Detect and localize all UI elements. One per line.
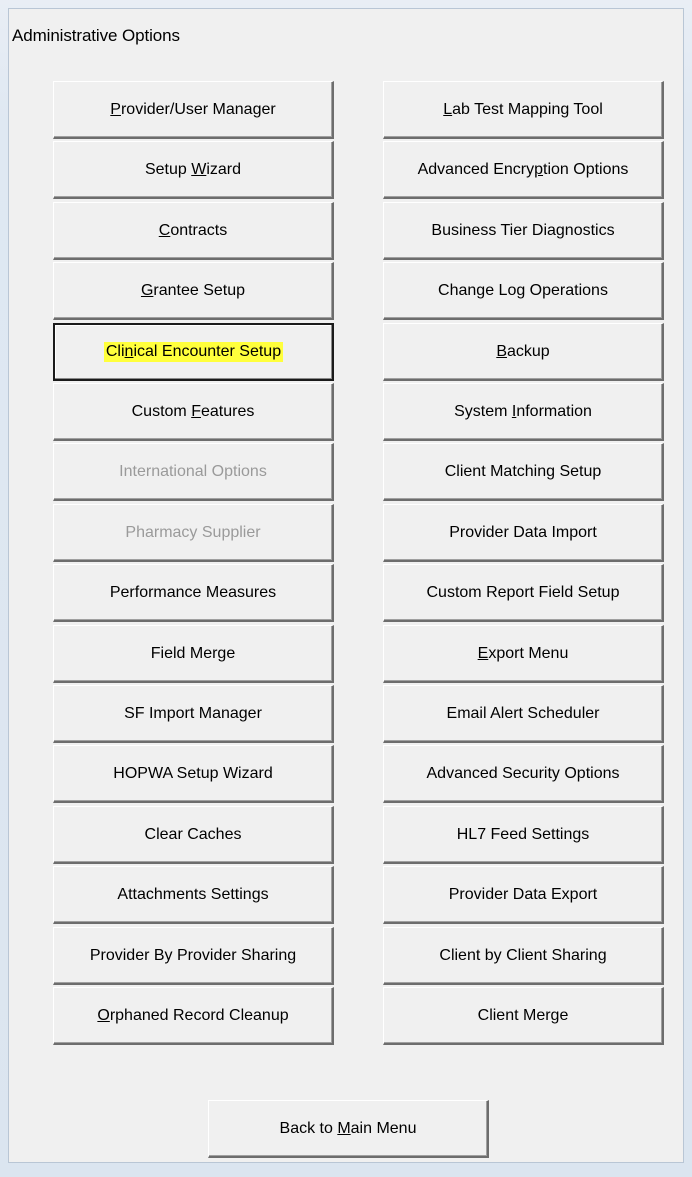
lab-test-mapping-tool-button[interactable]: Lab Test Mapping Tool (383, 81, 664, 139)
pharmacy-supplier-button: Pharmacy Supplier (53, 504, 334, 562)
advanced-security-options-button[interactable]: Advanced Security Options (383, 745, 664, 803)
client-merge-label: Client Merge (477, 1006, 569, 1024)
custom-features-label: Custom Features (131, 402, 255, 420)
sf-import-manager-button[interactable]: SF Import Manager (53, 685, 334, 743)
clinical-encounter-setup-label: Clinical Encounter Setup (103, 342, 284, 362)
performance-measures-button[interactable]: Performance Measures (53, 564, 334, 622)
backup-button[interactable]: Backup (383, 323, 664, 381)
contracts-button[interactable]: Contracts (53, 202, 334, 260)
system-information-button[interactable]: System Information (383, 383, 664, 441)
performance-measures-label: Performance Measures (109, 583, 277, 601)
hopwa-setup-wizard-button[interactable]: HOPWA Setup Wizard (53, 745, 334, 803)
custom-report-field-setup-label: Custom Report Field Setup (426, 583, 620, 601)
orphaned-record-cleanup-label: Orphaned Record Cleanup (97, 1006, 289, 1024)
hopwa-setup-wizard-label: HOPWA Setup Wizard (113, 764, 273, 782)
provider-user-manager-button[interactable]: Provider/User Manager (53, 81, 334, 139)
system-information-label: System Information (454, 402, 592, 420)
email-alert-scheduler-label: Email Alert Scheduler (446, 704, 600, 722)
international-options-label: International Options (119, 462, 267, 480)
attachments-settings-label: Attachments Settings (117, 885, 269, 903)
clinical-encounter-setup-button[interactable]: Clinical Encounter Setup (53, 323, 334, 381)
client-by-client-sharing-button[interactable]: Client by Client Sharing (383, 927, 664, 985)
business-tier-diagnostics-label: Business Tier Diagnostics (431, 221, 615, 239)
advanced-encryption-options-label: Advanced Encryption Options (417, 160, 629, 178)
provider-by-provider-sharing-button[interactable]: Provider By Provider Sharing (53, 927, 334, 985)
field-merge-button[interactable]: Field Merge (53, 625, 334, 683)
pharmacy-supplier-label: Pharmacy Supplier (125, 523, 261, 541)
sf-import-manager-label: SF Import Manager (124, 704, 262, 722)
lab-test-mapping-tool-label: Lab Test Mapping Tool (443, 100, 603, 118)
export-menu-label: Export Menu (477, 644, 569, 662)
backup-label: Backup (496, 342, 550, 360)
custom-features-button[interactable]: Custom Features (53, 383, 334, 441)
change-log-operations-button[interactable]: Change Log Operations (383, 262, 664, 320)
provider-by-provider-sharing-label: Provider By Provider Sharing (89, 946, 297, 964)
change-log-operations-label: Change Log Operations (438, 281, 608, 299)
window-frame: Administrative Options Provider/User Man… (0, 0, 692, 1177)
field-merge-label: Field Merge (150, 644, 236, 662)
clear-caches-button[interactable]: Clear Caches (53, 806, 334, 864)
client-matching-setup-button[interactable]: Client Matching Setup (383, 443, 664, 501)
advanced-security-options-label: Advanced Security Options (426, 764, 620, 782)
international-options-button: International Options (53, 443, 334, 501)
back-to-main-menu-label: Back to Main Menu (279, 1119, 417, 1137)
clear-caches-label: Clear Caches (144, 825, 242, 843)
orphaned-record-cleanup-button[interactable]: Orphaned Record Cleanup (53, 987, 334, 1045)
client-matching-setup-label: Client Matching Setup (444, 462, 602, 480)
export-menu-button[interactable]: Export Menu (383, 625, 664, 683)
provider-user-manager-label: Provider/User Manager (110, 100, 276, 118)
grantee-setup-button[interactable]: Grantee Setup (53, 262, 334, 320)
client-merge-button[interactable]: Client Merge (383, 987, 664, 1045)
hl7-feed-settings-label: HL7 Feed Settings (456, 825, 590, 843)
provider-data-export-button[interactable]: Provider Data Export (383, 866, 664, 924)
provider-data-import-label: Provider Data Import (449, 523, 597, 541)
setup-wizard-button[interactable]: Setup Wizard (53, 141, 334, 199)
grantee-setup-label: Grantee Setup (140, 281, 246, 299)
contracts-label: Contracts (158, 221, 228, 239)
custom-report-field-setup-button[interactable]: Custom Report Field Setup (383, 564, 664, 622)
business-tier-diagnostics-button[interactable]: Business Tier Diagnostics (383, 202, 664, 260)
dialog-title: Administrative Options (12, 26, 180, 45)
email-alert-scheduler-button[interactable]: Email Alert Scheduler (383, 685, 664, 743)
client-by-client-sharing-label: Client by Client Sharing (439, 946, 607, 964)
hl7-feed-settings-button[interactable]: HL7 Feed Settings (383, 806, 664, 864)
setup-wizard-label: Setup Wizard (144, 160, 242, 178)
back-to-main-menu-button[interactable]: Back to Main Menu (208, 1100, 489, 1158)
advanced-encryption-options-button[interactable]: Advanced Encryption Options (383, 141, 664, 199)
provider-data-export-label: Provider Data Export (448, 885, 598, 903)
provider-data-import-button[interactable]: Provider Data Import (383, 504, 664, 562)
attachments-settings-button[interactable]: Attachments Settings (53, 866, 334, 924)
